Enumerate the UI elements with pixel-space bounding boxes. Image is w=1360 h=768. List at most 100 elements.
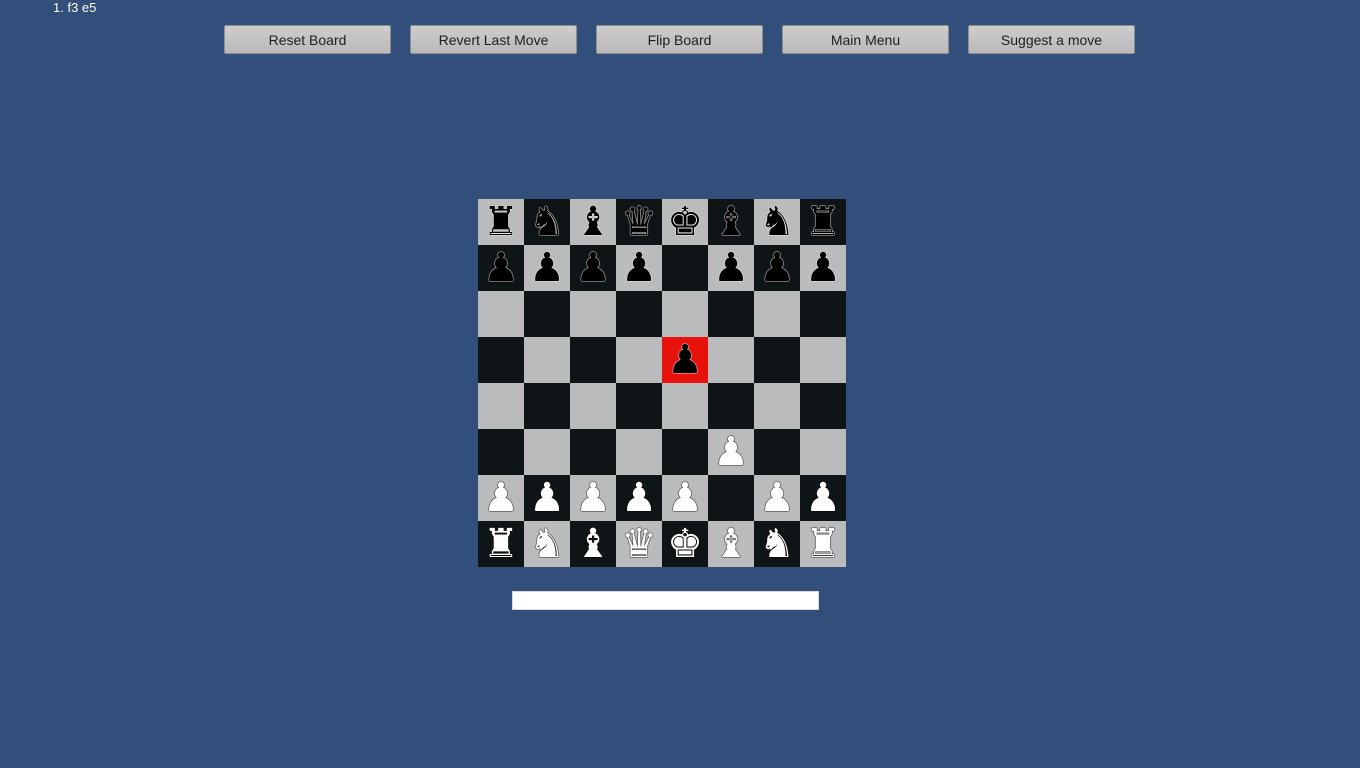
square-h8[interactable]: ♜ [800,199,846,245]
white-pawn-icon[interactable]: ♟ [708,429,754,475]
square-a6[interactable] [478,291,524,337]
white-knight-icon[interactable]: ♞ [754,521,800,567]
square-f5[interactable] [708,337,754,383]
square-g8[interactable]: ♞ [754,199,800,245]
square-e4[interactable] [662,383,708,429]
reset-board-button[interactable]: Reset Board [224,25,391,54]
status-field[interactable] [512,591,819,610]
black-knight-icon[interactable]: ♞ [524,199,570,245]
square-d7[interactable]: ♟ [616,245,662,291]
white-pawn-icon[interactable]: ♟ [800,475,846,521]
square-h2[interactable]: ♟ [800,475,846,521]
white-knight-icon[interactable]: ♞ [524,521,570,567]
square-c2[interactable]: ♟ [570,475,616,521]
black-pawn-icon[interactable]: ♟ [754,245,800,291]
square-b1[interactable]: ♞ [524,521,570,567]
square-e8[interactable]: ♚ [662,199,708,245]
square-a7[interactable]: ♟ [478,245,524,291]
black-rook-icon[interactable]: ♜ [478,199,524,245]
white-pawn-icon[interactable]: ♟ [616,475,662,521]
square-c5[interactable] [570,337,616,383]
square-d8[interactable]: ♛ [616,199,662,245]
square-b6[interactable] [524,291,570,337]
square-f3[interactable]: ♟ [708,429,754,475]
square-g1[interactable]: ♞ [754,521,800,567]
flip-board-button[interactable]: Flip Board [596,25,763,54]
revert-last-move-button[interactable]: Revert Last Move [410,25,577,54]
square-d1[interactable]: ♛ [616,521,662,567]
white-rook-icon[interactable]: ♜ [478,521,524,567]
black-pawn-icon[interactable]: ♟ [662,337,708,383]
square-c4[interactable] [570,383,616,429]
square-d2[interactable]: ♟ [616,475,662,521]
black-king-icon[interactable]: ♚ [662,199,708,245]
square-b5[interactable] [524,337,570,383]
white-pawn-icon[interactable]: ♟ [524,475,570,521]
square-b2[interactable]: ♟ [524,475,570,521]
square-h6[interactable] [800,291,846,337]
suggest-move-button[interactable]: Suggest a move [968,25,1135,54]
square-b7[interactable]: ♟ [524,245,570,291]
main-menu-button[interactable]: Main Menu [782,25,949,54]
white-pawn-icon[interactable]: ♟ [662,475,708,521]
square-g3[interactable] [754,429,800,475]
square-a2[interactable]: ♟ [478,475,524,521]
square-h1[interactable]: ♜ [800,521,846,567]
square-c7[interactable]: ♟ [570,245,616,291]
white-bishop-icon[interactable]: ♝ [570,521,616,567]
square-e7[interactable] [662,245,708,291]
square-g6[interactable] [754,291,800,337]
square-b8[interactable]: ♞ [524,199,570,245]
white-pawn-icon[interactable]: ♟ [754,475,800,521]
square-c6[interactable] [570,291,616,337]
square-f2[interactable] [708,475,754,521]
square-g7[interactable]: ♟ [754,245,800,291]
square-e1[interactable]: ♚ [662,521,708,567]
square-a8[interactable]: ♜ [478,199,524,245]
square-h5[interactable] [800,337,846,383]
square-f1[interactable]: ♝ [708,521,754,567]
black-queen-icon[interactable]: ♛ [616,199,662,245]
black-pawn-icon[interactable]: ♟ [478,245,524,291]
square-d5[interactable] [616,337,662,383]
square-e6[interactable] [662,291,708,337]
black-pawn-icon[interactable]: ♟ [524,245,570,291]
square-b3[interactable] [524,429,570,475]
black-bishop-icon[interactable]: ♝ [708,199,754,245]
square-g5[interactable] [754,337,800,383]
square-c8[interactable]: ♝ [570,199,616,245]
square-c1[interactable]: ♝ [570,521,616,567]
square-a3[interactable] [478,429,524,475]
square-c3[interactable] [570,429,616,475]
black-pawn-icon[interactable]: ♟ [570,245,616,291]
white-pawn-icon[interactable]: ♟ [478,475,524,521]
square-e5[interactable]: ♟ [662,337,708,383]
square-a1[interactable]: ♜ [478,521,524,567]
square-f4[interactable] [708,383,754,429]
white-king-icon[interactable]: ♚ [662,521,708,567]
black-knight-icon[interactable]: ♞ [754,199,800,245]
square-g4[interactable] [754,383,800,429]
square-h7[interactable]: ♟ [800,245,846,291]
square-h3[interactable] [800,429,846,475]
square-a4[interactable] [478,383,524,429]
square-a5[interactable] [478,337,524,383]
square-h4[interactable] [800,383,846,429]
black-bishop-icon[interactable]: ♝ [570,199,616,245]
black-pawn-icon[interactable]: ♟ [616,245,662,291]
square-f6[interactable] [708,291,754,337]
black-rook-icon[interactable]: ♜ [800,199,846,245]
square-e3[interactable] [662,429,708,475]
white-queen-icon[interactable]: ♛ [616,521,662,567]
square-b4[interactable] [524,383,570,429]
square-d3[interactable] [616,429,662,475]
white-pawn-icon[interactable]: ♟ [570,475,616,521]
white-rook-icon[interactable]: ♜ [800,521,846,567]
square-g2[interactable]: ♟ [754,475,800,521]
black-pawn-icon[interactable]: ♟ [800,245,846,291]
square-d4[interactable] [616,383,662,429]
square-e2[interactable]: ♟ [662,475,708,521]
square-d6[interactable] [616,291,662,337]
white-bishop-icon[interactable]: ♝ [708,521,754,567]
square-f8[interactable]: ♝ [708,199,754,245]
